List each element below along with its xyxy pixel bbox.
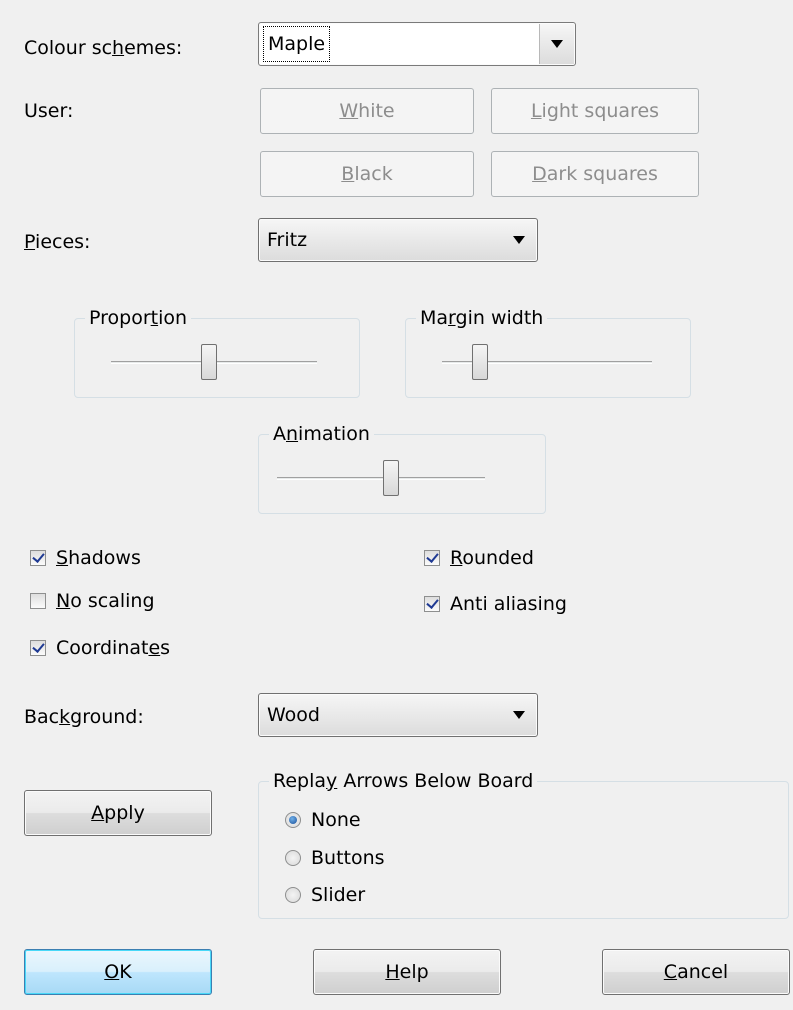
replay-none-label: None <box>311 809 361 831</box>
chevron-down-icon <box>551 40 563 48</box>
replay-buttons-label: Buttons <box>311 847 385 869</box>
background-label: Background: <box>24 706 144 728</box>
replay-slider-label: Slider <box>311 884 366 906</box>
animation-slider-track[interactable] <box>277 477 485 480</box>
cancel-button[interactable]: Cancel <box>602 949 790 995</box>
proportion-group: Proportion <box>74 305 360 398</box>
apply-button[interactable]: Apply <box>24 790 212 836</box>
coordinates-checkbox[interactable] <box>30 640 46 656</box>
chevron-down-icon <box>513 711 525 719</box>
shadows-label: Shadows <box>56 547 141 569</box>
dark-squares-button[interactable]: Dark squares <box>491 151 699 197</box>
replay-buttons-radio[interactable] <box>285 850 301 866</box>
light-squares-button[interactable]: Light squares <box>491 88 699 134</box>
margin-width-slider-thumb[interactable] <box>472 344 488 380</box>
background-value: Wood <box>267 704 320 726</box>
colour-schemes-label: Colour schemes: <box>24 37 183 59</box>
no-scaling-label: No scaling <box>56 590 155 612</box>
rounded-checkbox[interactable] <box>424 550 440 566</box>
animation-title: Animation <box>269 421 374 447</box>
replay-none-radio[interactable] <box>285 812 301 828</box>
margin-width-group: Margin width <box>405 305 691 398</box>
ok-button[interactable]: OK <box>24 949 212 995</box>
colour-schemes-select[interactable]: Maple <box>258 22 576 66</box>
margin-width-title: Margin width <box>416 305 548 331</box>
shadows-checkbox[interactable] <box>30 550 46 566</box>
rounded-label: Rounded <box>450 547 534 569</box>
colour-schemes-dropdown-button[interactable] <box>539 24 574 64</box>
proportion-slider-thumb[interactable] <box>201 344 217 380</box>
animation-slider-thumb[interactable] <box>383 460 399 496</box>
pieces-label: Pieces: <box>24 231 91 253</box>
chevron-down-icon <box>513 236 525 244</box>
white-button[interactable]: White <box>260 88 474 134</box>
black-button[interactable]: Black <box>260 151 474 197</box>
pieces-select[interactable]: Fritz <box>258 218 538 262</box>
background-select[interactable]: Wood <box>258 693 538 737</box>
help-button[interactable]: Help <box>313 949 501 995</box>
anti-aliasing-checkbox[interactable] <box>424 596 440 612</box>
no-scaling-checkbox[interactable] <box>30 593 46 609</box>
replay-slider-radio[interactable] <box>285 887 301 903</box>
replay-arrows-group: Replay Arrows Below Board None Buttons S… <box>258 768 789 919</box>
coordinates-label: Coordinates <box>56 637 171 659</box>
colour-schemes-value: Maple <box>263 26 331 62</box>
pieces-value: Fritz <box>267 229 308 251</box>
replay-arrows-title: Replay Arrows Below Board <box>269 768 538 794</box>
proportion-title: Proportion <box>85 305 192 331</box>
user-label: User: <box>24 100 74 122</box>
animation-group: Animation <box>258 421 546 514</box>
anti-aliasing-label: Anti aliasing <box>450 593 567 615</box>
